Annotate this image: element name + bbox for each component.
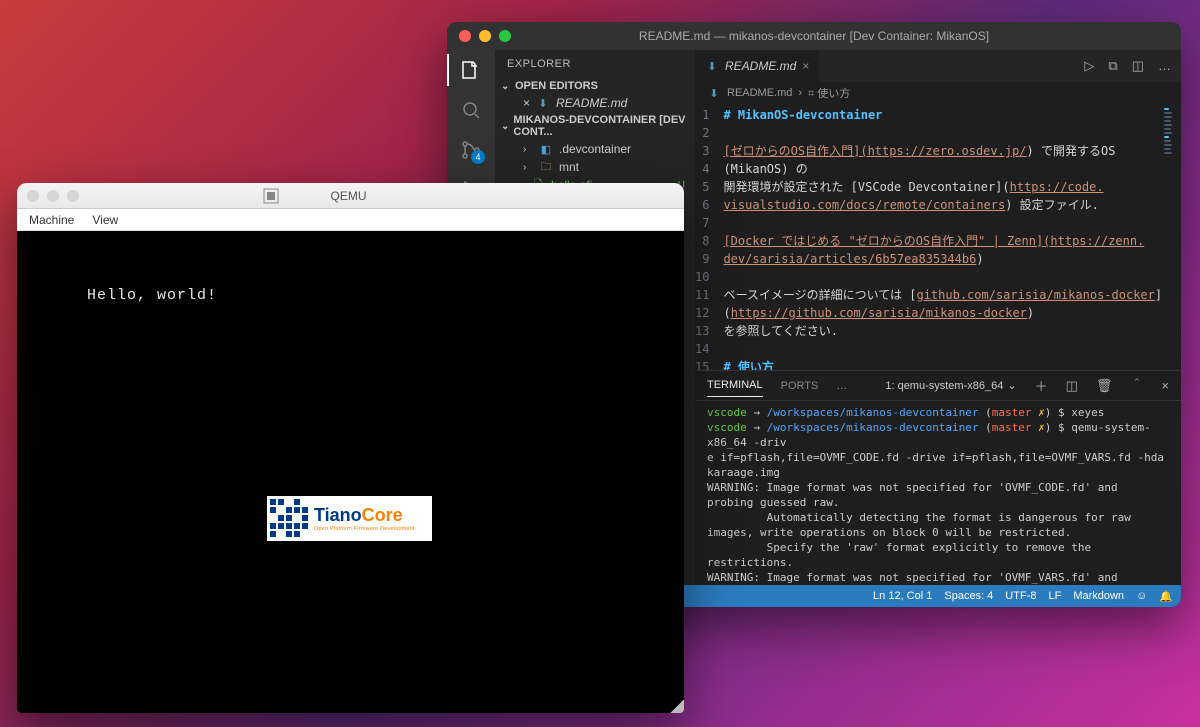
vscode-titlebar[interactable]: README.md — mikanos-devcontainer [Dev Co… bbox=[447, 22, 1181, 50]
close-file-icon[interactable]: × bbox=[523, 96, 530, 110]
cursor-position[interactable]: Ln 12, Col 1 bbox=[873, 590, 932, 602]
qemu-app-icon bbox=[263, 188, 279, 204]
chevron-down-icon: ⌄ bbox=[1007, 379, 1016, 392]
preview-icon[interactable]: ⧉ bbox=[1108, 58, 1117, 74]
qemu-titlebar[interactable]: QEMU bbox=[17, 183, 684, 209]
explorer-title: EXPLORER bbox=[495, 50, 695, 78]
explorer-icon[interactable] bbox=[459, 58, 483, 82]
tianocore-logo: TianoCore Open Platform Firmware Develop… bbox=[267, 496, 432, 541]
workspace-label: MIKANOS-DEVCONTAINER [DEV CONT... bbox=[513, 114, 689, 138]
source-control-icon[interactable]: 4 bbox=[459, 138, 483, 162]
qemu-display[interactable]: Hello, world! TianoCore Open Platform Fi… bbox=[17, 231, 684, 713]
tab-terminal[interactable]: TERMINAL bbox=[707, 374, 763, 397]
hello-world-text: Hello, world! bbox=[87, 287, 217, 304]
terminal-dropdown[interactable]: 1: qemu-system-x86_64⌄ bbox=[885, 379, 1016, 392]
tab-filename: README.md bbox=[725, 59, 796, 73]
open-editor-filename: README.md bbox=[556, 96, 627, 110]
close-icon[interactable] bbox=[27, 190, 39, 202]
close-panel-icon[interactable]: × bbox=[1161, 378, 1169, 393]
chevron-right-icon: › bbox=[523, 144, 533, 155]
folder-mnt[interactable]: › 🗀 mnt bbox=[495, 158, 695, 176]
chevron-right-icon: › bbox=[798, 87, 802, 99]
qemu-window: QEMU Machine View Hello, world! TianoCor… bbox=[17, 183, 684, 713]
breadcrumb-file[interactable]: README.md bbox=[727, 87, 792, 99]
panel-more-icon[interactable]: … bbox=[836, 375, 847, 397]
editor-area: ⬇ README.md × ▷ ⧉ ◫ … ⬇ README.md › ⌗ 使い… bbox=[695, 50, 1181, 585]
language-status[interactable]: Markdown bbox=[1073, 590, 1124, 602]
tab-bar: ⬇ README.md × ▷ ⧉ ◫ … bbox=[695, 50, 1181, 82]
minimize-icon[interactable] bbox=[47, 190, 59, 202]
markdown-icon: ⬇ bbox=[536, 96, 550, 110]
panel-tabbar: TERMINAL PORTS … 1: qemu-system-x86_64⌄ … bbox=[695, 371, 1181, 401]
terminal-panel: TERMINAL PORTS … 1: qemu-system-x86_64⌄ … bbox=[695, 370, 1181, 585]
tab-close-icon[interactable]: × bbox=[802, 59, 809, 73]
folder-icon: 🗀 bbox=[539, 160, 553, 174]
traffic-lights bbox=[17, 190, 79, 202]
open-editors-label: OPEN EDITORS bbox=[515, 80, 598, 92]
menu-machine[interactable]: Machine bbox=[29, 213, 74, 227]
breadcrumb[interactable]: ⬇ README.md › ⌗ 使い方 bbox=[695, 82, 1181, 104]
close-icon[interactable] bbox=[459, 30, 471, 42]
traffic-lights bbox=[447, 30, 511, 42]
split-icon[interactable]: ◫ bbox=[1132, 58, 1144, 74]
minimize-icon[interactable] bbox=[479, 30, 491, 42]
chevron-down-icon: ⌄ bbox=[501, 121, 509, 132]
run-icon[interactable]: ▷ bbox=[1084, 58, 1094, 74]
open-editors-section[interactable]: ⌄ OPEN EDITORS bbox=[495, 78, 695, 94]
editor-body[interactable]: 1 2 3 4 5 6 7 8 9 10 11 12 13 14 15 # Mi… bbox=[695, 104, 1181, 370]
terminal-content[interactable]: vscode → /workspaces/mikanos-devcontaine… bbox=[695, 401, 1181, 585]
code-content[interactable]: # MikanOS-devcontainer [ゼロからのOS自作入門](htt… bbox=[719, 104, 1162, 370]
eol-status[interactable]: LF bbox=[1048, 590, 1061, 602]
markdown-icon: ⬇ bbox=[707, 86, 721, 100]
fullscreen-icon[interactable] bbox=[67, 190, 79, 202]
tab-ports[interactable]: PORTS bbox=[781, 375, 819, 397]
editor-actions: ▷ ⧉ ◫ … bbox=[1084, 58, 1181, 74]
breadcrumb-section[interactable]: ⌗ 使い方 bbox=[808, 85, 850, 101]
folder-name: mnt bbox=[559, 160, 579, 174]
bell-icon[interactable]: 🔔 bbox=[1159, 590, 1173, 603]
tab-readme[interactable]: ⬇ README.md × bbox=[695, 50, 820, 82]
folder-devcontainer[interactable]: › ◧ .devcontainer bbox=[495, 140, 695, 158]
tianocore-icon bbox=[270, 499, 310, 539]
qemu-title: QEMU bbox=[331, 189, 367, 203]
workspace-section[interactable]: ⌄ MIKANOS-DEVCONTAINER [DEV CONT... bbox=[495, 112, 695, 140]
fullscreen-icon[interactable] bbox=[499, 30, 511, 42]
kill-terminal-icon[interactable]: 🗑 bbox=[1096, 378, 1113, 394]
more-icon[interactable]: … bbox=[1158, 58, 1171, 74]
feedback-icon[interactable]: ☺ bbox=[1136, 590, 1147, 602]
chevron-down-icon: ⌄ bbox=[501, 81, 511, 92]
search-icon[interactable] bbox=[459, 98, 483, 122]
maximize-panel-icon[interactable]: ＾ bbox=[1130, 376, 1143, 395]
menu-view[interactable]: View bbox=[92, 213, 118, 227]
new-terminal-icon[interactable]: ＋ bbox=[1035, 376, 1048, 395]
indent-status[interactable]: Spaces: 4 bbox=[944, 590, 993, 602]
line-gutter: 1 2 3 4 5 6 7 8 9 10 11 12 13 14 15 bbox=[695, 104, 719, 370]
folder-icon: ◧ bbox=[539, 142, 553, 156]
markdown-icon: ⬇ bbox=[705, 59, 719, 73]
open-editor-readme[interactable]: × ⬇ README.md bbox=[495, 94, 695, 112]
chevron-right-icon: › bbox=[523, 162, 533, 173]
window-title: README.md — mikanos-devcontainer [Dev Co… bbox=[447, 29, 1181, 43]
resize-grip-icon[interactable] bbox=[670, 699, 684, 713]
encoding-status[interactable]: UTF-8 bbox=[1005, 590, 1036, 602]
folder-name: .devcontainer bbox=[559, 142, 631, 156]
split-terminal-icon[interactable]: ◫ bbox=[1066, 378, 1078, 394]
scm-badge: 4 bbox=[471, 150, 485, 164]
qemu-menu-bar: Machine View bbox=[17, 209, 684, 231]
minimap[interactable] bbox=[1162, 104, 1181, 370]
